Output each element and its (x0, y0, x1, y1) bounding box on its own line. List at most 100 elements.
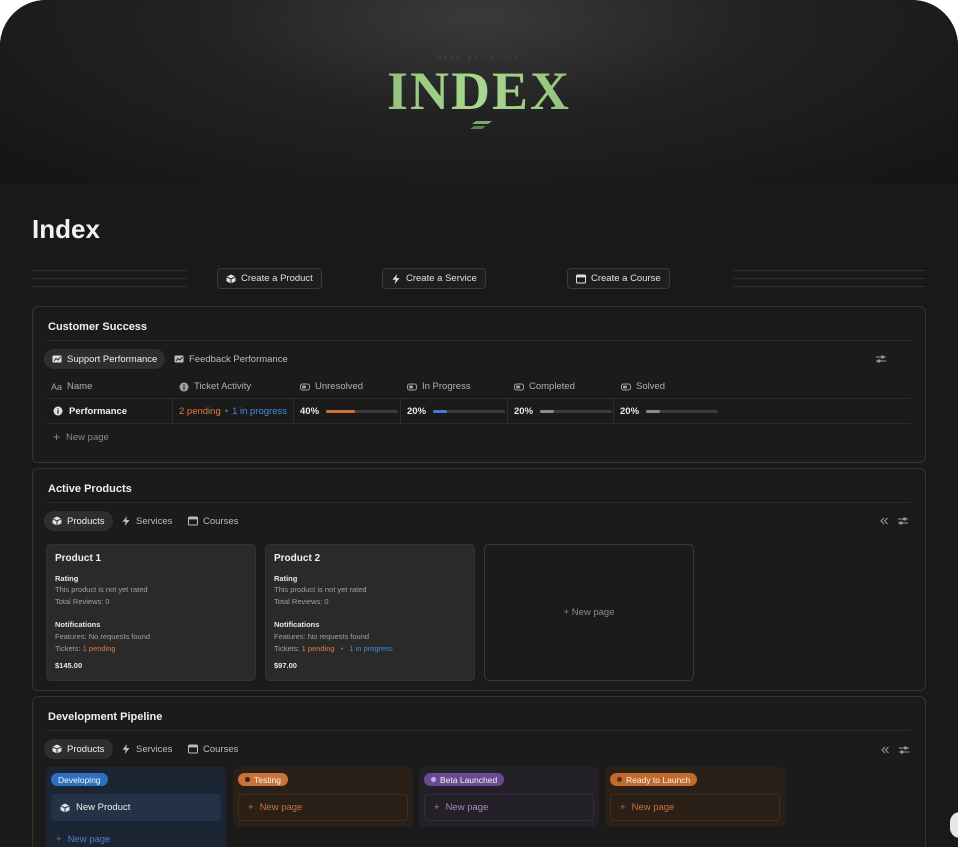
status-pill-testing[interactable]: Testing (238, 773, 288, 786)
new-page-button[interactable]: + New page (424, 794, 594, 821)
tab-courses[interactable]: Courses (180, 511, 246, 531)
plus-icon: + (620, 802, 626, 813)
plus-icon: + (434, 802, 440, 813)
bolt-icon (122, 744, 130, 754)
new-page-button[interactable]: + New page (56, 834, 110, 845)
scroll-handle[interactable] (950, 812, 958, 838)
tab-label: Products (67, 743, 105, 755)
collapse-icon[interactable] (878, 515, 890, 527)
board-column-ready-to-launch: Ready to Launch + New page (605, 767, 785, 827)
cube-icon (52, 516, 62, 526)
cell-solved[interactable]: 20% (614, 399, 734, 423)
column-label: Solved (636, 381, 666, 392)
column-header-unresolved[interactable]: Unresolved (300, 381, 363, 392)
dot-icon (431, 777, 436, 782)
column-header-name[interactable]: Aa Name (51, 381, 92, 392)
create-service-button[interactable]: Create a Service (382, 268, 486, 289)
tab-services[interactable]: Services (113, 511, 180, 531)
new-page-card[interactable]: + New page (484, 544, 694, 681)
solved-bar-fill (646, 409, 661, 413)
status-pill-beta-launched[interactable]: Beta Launched (424, 773, 505, 786)
tab-products[interactable]: Products (44, 739, 113, 759)
chart-icon (174, 355, 184, 363)
divider (47, 423, 911, 424)
new-page-button[interactable]: + New page (238, 794, 408, 821)
rating-text: This product is not yet rated (274, 585, 367, 594)
product-card-2[interactable]: Product 2 Rating This product is not yet… (265, 544, 475, 681)
board-card-new-product[interactable]: New Product (51, 794, 221, 821)
status-pill-developing[interactable]: Developing (51, 773, 108, 786)
app-window: MADE BY LUCIDY INDEX Index Create a Prod… (0, 0, 958, 847)
create-course-button[interactable]: Create a Course (567, 268, 670, 289)
tickets-text: Tickets: 1 pending (55, 644, 116, 653)
logo-mark-icon (470, 121, 492, 129)
settings-sliders-icon[interactable] (875, 353, 887, 365)
column-label: Ticket Activity (194, 381, 252, 392)
customer-success-card: Customer Success Support Performance Fee… (32, 306, 926, 463)
column-header-in-progress[interactable]: In Progress (407, 381, 471, 392)
pipeline-title: Development Pipeline (48, 711, 163, 723)
plus-icon: + (563, 607, 572, 618)
progress-icon (300, 383, 310, 390)
divider (47, 730, 911, 731)
status-label: Developing (58, 774, 101, 785)
settings-sliders-icon[interactable] (898, 744, 910, 756)
tab-courses[interactable]: Courses (180, 739, 246, 759)
info-icon (179, 382, 189, 391)
progress-icon (407, 383, 417, 390)
tab-products[interactable]: Products (44, 511, 113, 531)
notifications-label: Notifications (274, 620, 320, 629)
in-progress-bar (433, 409, 505, 413)
tab-support-performance[interactable]: Support Performance (44, 349, 166, 369)
column-header-completed[interactable]: Completed (514, 381, 575, 392)
features-text: Features: No requests found (55, 632, 151, 641)
product-price: $97.00 (274, 661, 297, 670)
tab-label: Services (136, 515, 173, 527)
completed-bar (540, 409, 612, 413)
status-pill-ready-to-launch[interactable]: Ready to Launch (610, 773, 698, 786)
cell-unresolved[interactable]: 40% (294, 399, 401, 423)
column-label: In Progress (422, 381, 471, 392)
separator-dot: • (340, 644, 344, 653)
window-icon (188, 516, 198, 526)
column-header-ticket-activity[interactable]: Ticket Activity (179, 381, 251, 392)
settings-sliders-icon[interactable] (897, 515, 909, 527)
tab-services[interactable]: Services (113, 739, 180, 759)
plus-icon: + (248, 802, 254, 813)
unresolved-bar-fill (326, 409, 355, 413)
reviews-text: Total Reviews: 0 (55, 597, 110, 606)
status-label: Ready to Launch (626, 774, 691, 785)
new-page-button[interactable]: + New page (53, 430, 109, 444)
product-price: $145.00 (55, 661, 83, 670)
column-label: Unresolved (315, 381, 364, 392)
column-header-solved[interactable]: Solved (621, 381, 665, 392)
pending-count: 2 pending (179, 405, 221, 417)
board-column-beta-launched: Beta Launched + New page (419, 767, 599, 827)
tab-feedback-performance[interactable]: Feedback Performance (166, 349, 296, 369)
active-products-card: Active Products Products Services Course… (32, 468, 926, 691)
product-card-1[interactable]: Product 1 Rating This product is not yet… (46, 544, 256, 681)
create-product-button[interactable]: Create a Product (217, 268, 322, 289)
board-card-title: New Product (76, 802, 131, 813)
cell-name[interactable]: Performance (47, 399, 173, 423)
board-column-developing: Developing New Product + New page (46, 767, 226, 847)
collapse-icon[interactable] (879, 744, 891, 756)
cell-completed[interactable]: 20% (508, 399, 614, 423)
new-page-label: New page (445, 802, 489, 813)
new-page-button[interactable]: + New page (610, 794, 780, 821)
unresolved-value: 40% (300, 405, 320, 417)
cell-in-progress[interactable]: 20% (401, 399, 508, 423)
tickets-text: Tickets: 1 pending • 1 in progress (274, 644, 393, 653)
new-page-label: New page (631, 802, 675, 813)
page-title: Index (32, 214, 100, 244)
bolt-icon (122, 516, 130, 526)
new-page-label: New page (66, 431, 109, 443)
cube-icon (226, 274, 236, 283)
cell-ticket-activity[interactable]: 2 pending • 1 in progress (173, 399, 294, 423)
dot-icon (245, 777, 250, 782)
rating-text: This product is not yet rated (55, 585, 148, 594)
product-name: Product 2 (274, 553, 321, 564)
column-label: Name (67, 381, 93, 392)
decorative-rules-right (733, 270, 926, 294)
rating-label: Rating (274, 574, 298, 583)
